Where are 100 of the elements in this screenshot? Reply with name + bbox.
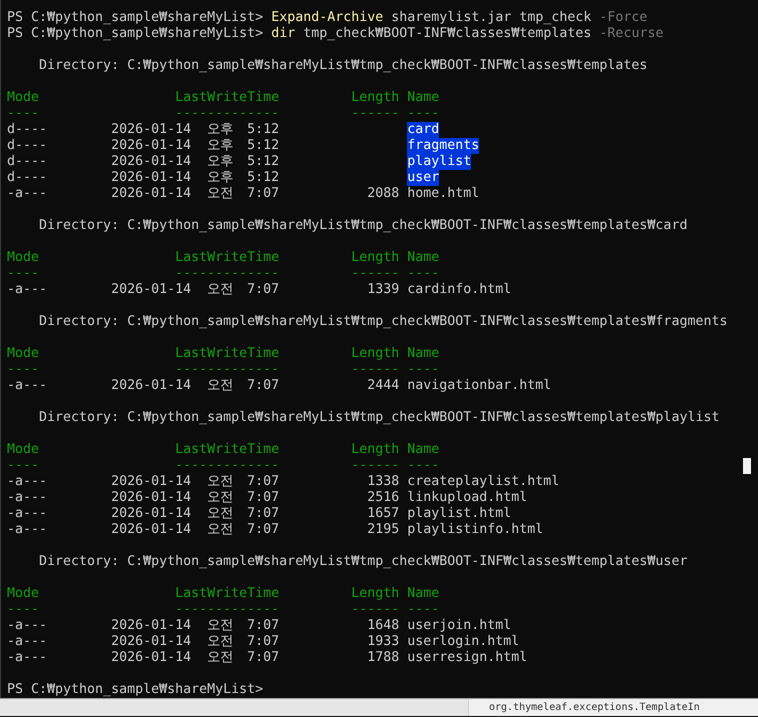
column-header: Mode [7,346,40,361]
table-cell: -a--- [7,186,48,201]
table-cell: fragments [407,138,480,154]
table-cell: -a--- [7,618,48,633]
column-header: Length [351,586,400,601]
table-cell: 5:12 [247,154,280,169]
table-cell: 2026-01-14 [111,138,192,153]
column-header: Name [407,90,440,105]
table-cell: 오전 [207,282,234,297]
header-rule: ------ [351,266,400,281]
argument-text: sharemylist.jar tmp_check [391,10,592,26]
column-header: Name [407,586,440,601]
header-rule: ------ [351,602,400,617]
table-cell: 2026-01-14 [111,154,192,169]
table-cell: 오전 [207,378,234,393]
table-cell: 2088 [367,186,400,201]
table-cell: 2516 [367,490,400,505]
table-cell: 7:07 [247,378,280,393]
table-cell: 7:07 [247,282,280,297]
table-cell: createplaylist.html [407,474,560,490]
table-cell: d---- [7,170,48,185]
prompt-text: PS C:₩python_sample₩shareMyList> [7,682,264,698]
table-cell: 2195 [367,522,400,537]
column-header: Length [351,90,400,105]
table-cell: linkupload.html [407,490,528,506]
table-cell: 7:07 [247,474,280,489]
column-header: Name [407,346,440,361]
table-cell: 오전 [207,522,234,537]
flag-text: -Recurse [599,26,664,42]
table-cell: card [407,122,440,138]
column-header: Length [351,442,400,457]
table-cell: 7:07 [247,522,280,537]
table-cell: 2026-01-14 [111,490,192,505]
header-rule: ---- [407,106,440,121]
column-header: Mode [7,250,40,265]
table-cell: 2026-01-14 [111,282,192,297]
header-rule: ---- [7,106,40,121]
table-cell: 1339 [367,282,400,297]
column-header: Name [407,250,440,265]
table-cell: -a--- [7,506,48,521]
table-cell: 2026-01-14 [111,122,192,137]
table-cell: -a--- [7,474,48,489]
table-cell: 오후 [207,138,234,153]
table-cell: 5:12 [247,170,280,185]
table-cell: 2026-01-14 [111,506,192,521]
prompt-text: PS C:₩python_sample₩shareMyList> [7,26,264,42]
table-cell: 2026-01-14 [111,170,192,185]
table-cell: cardinfo.html [407,282,512,298]
column-header: Name [407,442,440,457]
table-cell: 1338 [367,474,400,489]
directory-text: Directory: C:₩python_sample₩shareMyList₩tmp_check₩BOOT-INF₩classes₩templates₩playlist [39,410,720,426]
table-cell: 오후 [207,122,234,137]
header-rule: ---- [7,362,40,377]
table-cell: 1933 [367,634,400,649]
table-cell: userresign.html [407,650,528,666]
header-rule: ---- [407,362,440,377]
table-cell: d---- [7,154,48,169]
table-cell: 2026-01-14 [111,474,192,489]
table-cell: 2444 [367,378,400,393]
directory-text: Directory: C:₩python_sample₩shareMyList₩tmp_check₩BOOT-INF₩classes₩templates₩fragments [39,314,728,330]
table-cell: d---- [7,138,48,153]
table-cell: 7:07 [247,186,280,201]
table-cell: navigationbar.html [407,378,552,394]
table-cell: 오전 [207,490,234,505]
table-cell: playlist.html [407,506,512,522]
table-cell: 2026-01-14 [111,650,192,665]
directory-text: Directory: C:₩python_sample₩shareMyList₩tmp_check₩BOOT-INF₩classes₩templates [39,58,648,74]
table-cell: -a--- [7,634,48,649]
table-cell: d---- [7,122,48,137]
table-cell: 오전 [207,186,234,201]
table-cell: 7:07 [247,650,280,665]
header-rule: ------------- [175,602,280,617]
header-rule: ------ [351,458,400,473]
header-rule: ------------- [175,266,280,281]
table-cell: -a--- [7,522,48,537]
column-header: Length [351,346,400,361]
column-header: LastWriteTime [175,442,280,457]
header-rule: ------------- [175,106,280,121]
header-rule: ------------- [175,458,280,473]
table-cell: 2026-01-14 [111,186,192,201]
table-cell: 1657 [367,506,400,521]
column-header: Mode [7,442,40,457]
header-rule: ---- [7,602,40,617]
column-header: LastWriteTime [175,250,280,265]
table-cell: 1648 [367,618,400,633]
directory-text: Directory: C:₩python_sample₩shareMyList₩tmp_check₩BOOT-INF₩classes₩templates₩user [39,554,688,570]
directory-text: Directory: C:₩python_sample₩shareMyList₩tmp_check₩BOOT-INF₩classes₩templates₩card [39,218,688,234]
table-cell: -a--- [7,378,48,393]
header-rule: ------ [351,106,400,121]
column-header: Mode [7,586,40,601]
table-cell: -a--- [7,282,48,297]
column-header: LastWriteTime [175,586,280,601]
header-rule: ---- [407,458,440,473]
table-cell: userlogin.html [407,634,520,650]
header-rule: ---- [7,458,40,473]
table-cell: 오전 [207,618,234,633]
column-header: Mode [7,90,40,105]
prompt-text: PS C:₩python_sample₩shareMyList> [7,10,264,26]
table-cell: home.html [407,186,480,202]
table-cell: 2026-01-14 [111,522,192,537]
